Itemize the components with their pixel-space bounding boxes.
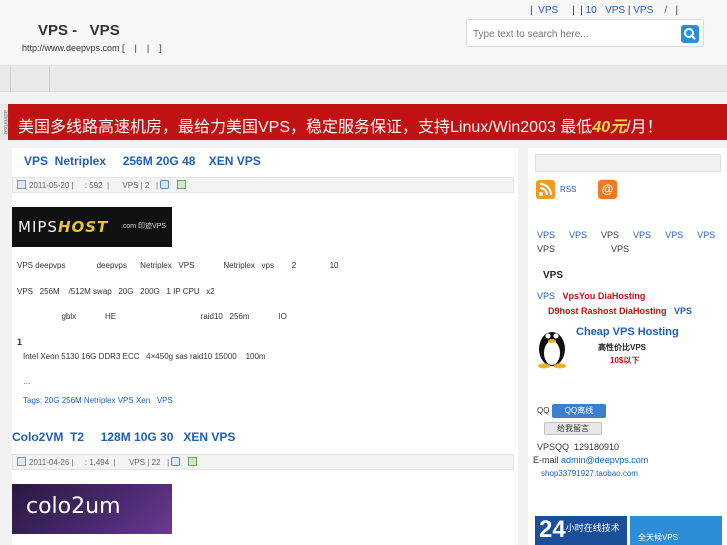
post-line: 1 [17, 337, 23, 347]
calendar-icon [17, 457, 26, 466]
email-link[interactable]: admin@deepvps.com [561, 455, 648, 465]
qq-number: VPSQQ 129180910 [537, 442, 620, 452]
mail-icon[interactable]: @ [598, 180, 617, 199]
post-line: VPS 256M /512M swap 20G 200G 1 IP CPU x2 [17, 287, 215, 296]
post-line: Intel Xeon 5130 16G DDR3 ECC 4×450g sas … [23, 352, 266, 361]
nav-tab-home[interactable] [10, 66, 50, 92]
shop-link[interactable]: shop33791927.taobao.com [541, 469, 638, 478]
rss-icon[interactable] [536, 180, 555, 199]
mipshost-logo: MIPSHOST [18, 218, 109, 236]
main-content: VPS Netriplex 256M 20G 48 XEN VPS 2011-0… [12, 148, 518, 545]
post-image-mipshost[interactable]: MIPSHOST .com 印迹VPS [12, 207, 172, 247]
print-icon[interactable] [187, 457, 197, 466]
read-more-link[interactable]: ... [17, 377, 31, 386]
sidebar-link[interactable]: VPS [537, 230, 555, 240]
comment-icon[interactable] [171, 457, 181, 466]
support-24h-image[interactable]: 24小时在线技术支持 [535, 516, 627, 545]
banner-price: 40元 [592, 119, 627, 136]
post-image-colo2vm[interactable]: colo2um [12, 484, 172, 534]
sidebar-links: VPS VPS VPS VPS VPS VPS VPS VPS [537, 228, 723, 256]
nav-bar [0, 66, 727, 92]
promo-link[interactable]: VPS [674, 306, 692, 316]
site-url: http://www.deepvps.com [ | | ] [22, 43, 162, 53]
sidebar-link[interactable]: VPS [569, 230, 587, 240]
print-icon[interactable] [176, 180, 186, 189]
comment-icon[interactable] [160, 180, 170, 189]
calendar-icon [17, 180, 26, 189]
promo-link[interactable]: D9host Rashost DiaHosting [548, 306, 667, 316]
colo2vm-logo: colo2um [26, 494, 121, 519]
banner-suffix: /月！ [626, 119, 663, 136]
cheap-vps-title[interactable]: Cheap VPS Hosting [576, 326, 679, 338]
post-line: gblx HE raid10 256m IO [17, 312, 287, 321]
email-label: E-mail [533, 455, 559, 465]
sidebar-link[interactable]: VPS [537, 244, 555, 254]
banner-text: 美国多线路高速机房，最给力美国VPS，稳定服务保证，支持Linux/Win200… [18, 113, 663, 137]
toplink-3[interactable]: VPS [605, 5, 625, 16]
mipshost-sub: .com 印迹VPS [120, 223, 166, 230]
site-title[interactable]: VPS - VPS [38, 22, 120, 39]
online-vps-image[interactable]: 全天候VPS [630, 516, 722, 545]
post-tags[interactable]: Tags: 20G 256M Netriplex VPS Xen VPS [23, 396, 173, 405]
banner-main-text: 美国多线路高速机房，最给力美国VPS，稳定服务保证，支持Linux/Win200… [18, 119, 593, 136]
post-title[interactable]: VPS Netriplex 256M 20G 48 XEN VPS [24, 154, 261, 168]
leave-message-button[interactable]: 给我留言 [544, 422, 602, 435]
post-meta-text: 2011-05-20 | : 592 | VPS | 2 | [29, 181, 159, 190]
promo-line-1: VPS VpsYou DiaHosting [537, 291, 645, 301]
search-input[interactable] [473, 26, 673, 42]
sidebar-link[interactable]: VPS [601, 230, 619, 240]
search-button[interactable] [681, 25, 699, 43]
toplink-5[interactable]: / [664, 5, 667, 16]
post-meta: 2011-04-26 | : 1,494 | VPS | 22 | [12, 454, 514, 470]
search-icon [684, 28, 696, 40]
top-links: | VPS | | 10 VPS | VPS / | [530, 5, 679, 16]
sidebar-link[interactable]: VPS [633, 230, 651, 240]
promo-line-2: D9host Rashost DiaHosting VPS [548, 306, 692, 316]
cheap-vps-price: 10$以下 [610, 356, 640, 365]
promo-link[interactable]: VPS [537, 291, 555, 301]
post-title[interactable]: Colo2VM T2 128M 10G 30 XEN VPS [12, 430, 235, 444]
qq-offline-button[interactable]: QQ离线 [552, 404, 606, 418]
cheap-vps-sub: 高性价比VPS [598, 343, 647, 352]
site-header: VPS - VPS http://www.deepvps.com [ | | ]… [0, 0, 727, 66]
sidebar: RSS @ VPS VPS VPS VPS VPS VPS VPS VPS VPS VPS … [528, 148, 727, 545]
ad-banner[interactable]: advertise 美国多线路高速机房，最给力美国VPS，稳定服务保证，支持Li… [0, 104, 727, 140]
rss-glyph [539, 183, 552, 196]
post-meta: 2011-05-20 | : 592 | VPS | 2 | [12, 177, 514, 193]
sidebar-link[interactable]: VPS [665, 230, 683, 240]
search-box [466, 19, 704, 47]
toplink-4[interactable]: VPS [633, 5, 653, 16]
toplink-1[interactable]: VPS [538, 5, 558, 16]
email-row: E-mail admin@deepvps.com [533, 455, 648, 465]
penguin-icon [538, 332, 566, 369]
promo-link[interactable]: VpsYou DiaHosting [563, 291, 646, 301]
post-meta-text: 2011-04-26 | : 1,494 | VPS | 22 | [29, 458, 170, 467]
rss-link[interactable]: RSS [560, 185, 576, 194]
toplink-2[interactable]: 10 [586, 5, 597, 16]
sidebar-strip [535, 154, 721, 172]
post-line: VPS deepvps deepvps Netriplex VPS Netrip… [17, 261, 339, 270]
qq-label: QQ [537, 406, 550, 415]
sidebar-link[interactable]: VPS [697, 230, 715, 240]
sidebar-heading: VPS [543, 270, 564, 281]
sidebar-link[interactable]: VPS [611, 244, 629, 254]
advertise-label: advertise [0, 104, 8, 140]
